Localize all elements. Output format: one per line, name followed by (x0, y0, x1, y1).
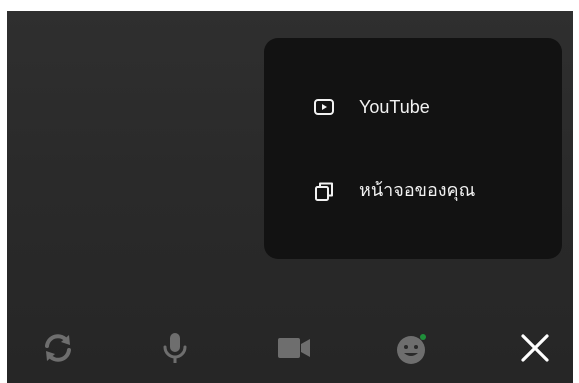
switch-camera-button[interactable] (38, 330, 78, 370)
call-controls-bar (7, 310, 573, 383)
video-area: YouTube หน้าจอของคุณ (7, 11, 573, 383)
microphone-button[interactable] (155, 330, 195, 370)
call-screen: YouTube หน้าจอของคุณ (0, 0, 579, 383)
close-button[interactable] (515, 330, 555, 370)
switch-camera-icon (40, 330, 76, 371)
menu-item-label: YouTube (359, 97, 430, 117)
left-border (0, 11, 7, 383)
right-border (573, 11, 579, 383)
video-camera-button[interactable] (274, 330, 314, 370)
microphone-icon (157, 330, 193, 371)
share-menu: YouTube หน้าจอของคุณ (264, 38, 562, 259)
menu-item-youtube[interactable]: YouTube (264, 82, 562, 132)
menu-item-label: หน้าจอของคุณ (359, 180, 476, 200)
video-camera-icon (274, 330, 314, 371)
screen-copy-icon (313, 180, 335, 202)
effects-button[interactable] (393, 330, 433, 370)
menu-item-your-screen[interactable]: หน้าจอของคุณ (264, 166, 562, 216)
effects-face-icon (393, 328, 433, 373)
youtube-play-icon (313, 96, 335, 118)
close-icon (518, 331, 552, 370)
top-strip (0, 0, 579, 11)
